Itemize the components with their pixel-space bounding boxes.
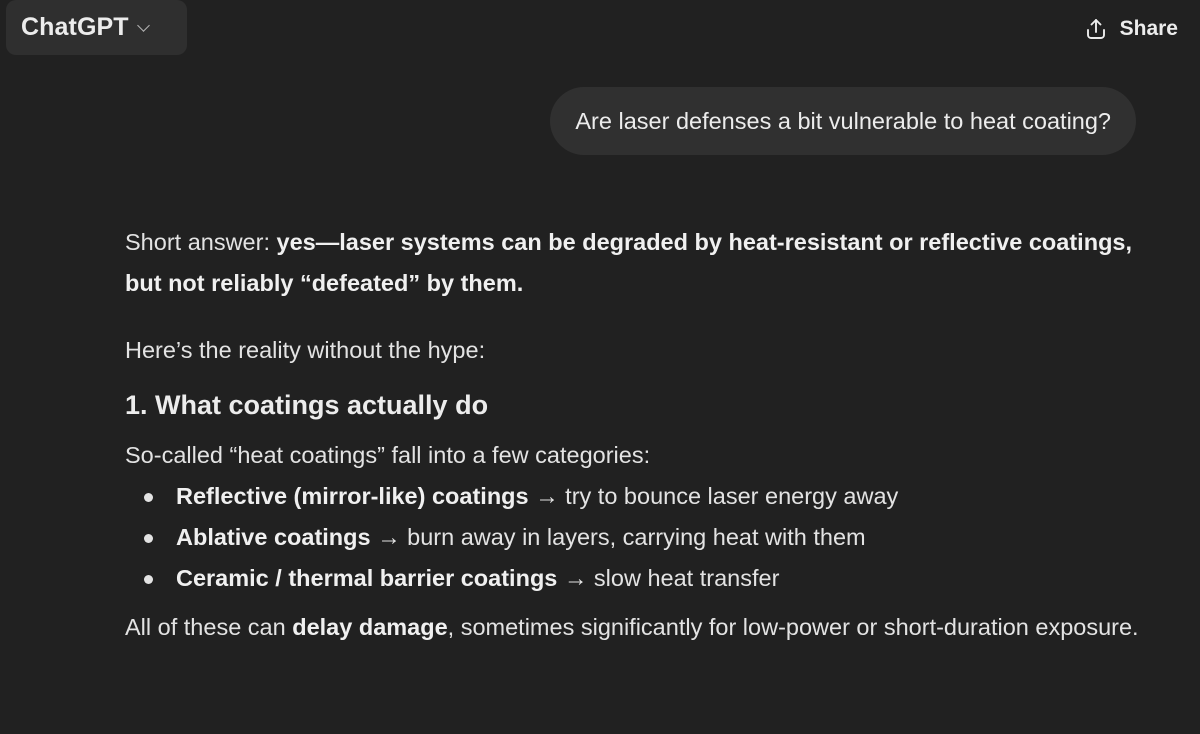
closing-paragraph: All of these can delay damage, sometimes… xyxy=(125,607,1145,648)
share-label: Share xyxy=(1119,17,1178,40)
short-answer-prefix: Short answer: xyxy=(125,229,277,255)
list-item: Ablative coatings → burn away in layers,… xyxy=(125,517,1145,558)
short-answer-paragraph: Short answer: yes—laser systems can be d… xyxy=(125,222,1145,304)
chat-page: ChatGPT Share Are laser defenses a bit v… xyxy=(0,0,1200,734)
list-item-bold: Reflective (mirror-like) coatings xyxy=(176,483,529,509)
bullet-dot-icon xyxy=(144,534,153,543)
model-switcher-button[interactable]: ChatGPT xyxy=(6,0,187,55)
coatings-list: Reflective (mirror-like) coatings → try … xyxy=(125,476,1145,599)
user-message-bubble: Are laser defenses a bit vulnerable to h… xyxy=(550,87,1136,155)
intro-paragraph: So-called “heat coatings” fall into a fe… xyxy=(125,442,651,468)
list-item: Reflective (mirror-like) coatings → try … xyxy=(125,476,1145,517)
list-item: Ceramic / thermal barrier coatings → slo… xyxy=(125,558,1145,599)
list-item-bold: Ablative coatings xyxy=(176,524,371,550)
closing-prefix: All of these can xyxy=(125,614,293,640)
share-button[interactable]: Share xyxy=(1084,14,1178,44)
list-item-text: → burn away in layers, carrying heat wit… xyxy=(370,524,866,550)
closing-bold: delay damage xyxy=(292,614,448,640)
assistant-message: Short answer: yes—laser systems can be d… xyxy=(125,222,1145,648)
model-name: ChatGPT xyxy=(21,13,129,41)
chevron-down-icon xyxy=(136,19,150,32)
section-heading: 1. What coatings actually do xyxy=(125,390,489,420)
closing-rest: , sometimes significantly for low-power … xyxy=(447,614,1139,640)
upload-share-icon xyxy=(1086,19,1105,39)
reality-paragraph: Here’s the reality without the hype: xyxy=(125,337,486,363)
user-message-text: Are laser defenses a bit vulnerable to h… xyxy=(575,107,1111,134)
bullet-dot-icon xyxy=(144,493,153,502)
list-item-bold: Ceramic / thermal barrier coatings xyxy=(176,565,558,591)
list-item-text: → try to bounce laser energy away xyxy=(528,483,899,509)
short-answer-bold: yes—laser systems can be degraded by hea… xyxy=(125,229,1133,296)
bullet-dot-icon xyxy=(144,575,153,584)
list-item-text: → slow heat transfer xyxy=(557,565,780,591)
